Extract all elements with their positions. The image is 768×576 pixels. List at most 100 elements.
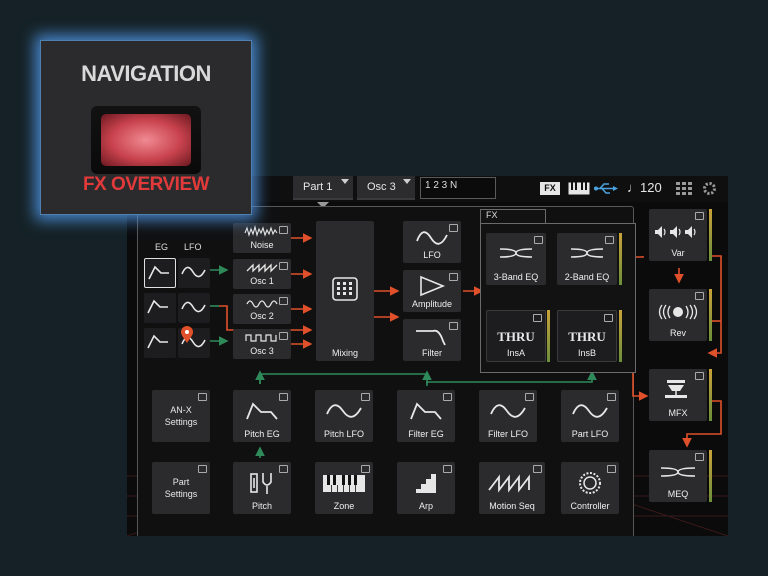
insA-block[interactable]: THRU InsA	[486, 310, 546, 362]
rev-label: Rev	[669, 328, 686, 338]
part-settings-block[interactable]: Part Settings	[152, 462, 210, 514]
synth-screen: Part 1 Osc 3 1 2 3 N FX ♩120 EG LFO Nois…	[127, 176, 728, 536]
level-meter	[709, 289, 712, 341]
amplitude-block[interactable]: Amplitude	[403, 270, 461, 312]
part-settings-label: Part Settings	[164, 477, 198, 499]
rev-block[interactable]: Rev	[649, 289, 707, 341]
var-block[interactable]: Var	[649, 209, 707, 261]
insA-thru-icon: THRU	[497, 329, 535, 344]
envelope-icon	[410, 402, 442, 420]
eg-slot-3[interactable]	[144, 328, 176, 358]
level-meter	[709, 450, 712, 502]
osc2-block[interactable]: Osc 2	[233, 294, 291, 324]
expand-icon	[695, 292, 704, 300]
filter-lfo-block[interactable]: Filter LFO	[479, 390, 537, 442]
tuning-fork-icon	[250, 473, 272, 494]
filter-eg-block[interactable]: Filter EG	[397, 390, 455, 442]
fx-tab: FX	[480, 209, 546, 224]
controller-label: Controller	[570, 501, 610, 511]
sine-wave-icon	[326, 404, 362, 418]
sine-wave-icon	[246, 300, 278, 308]
part-lfo-block[interactable]: Part LFO	[561, 390, 619, 442]
lfo-column-label: LFO	[184, 242, 202, 252]
insB-block[interactable]: THRU InsB	[557, 310, 617, 362]
fx-overview-label: FX OVERVIEW	[82, 174, 210, 195]
level-meter	[619, 310, 622, 362]
envelope-icon	[147, 334, 168, 349]
amplitude-label: Amplitude	[411, 299, 453, 309]
level-meter	[709, 209, 712, 261]
controller-block[interactable]: Controller	[561, 462, 619, 514]
motion-seq-label: Motion Seq	[489, 501, 535, 511]
lfo-block[interactable]: LFO	[403, 221, 461, 263]
sine-wave-icon	[416, 231, 448, 245]
navigation-button-led	[101, 114, 191, 166]
eg-slot-1[interactable]	[144, 258, 176, 288]
reverb-icon	[658, 304, 698, 320]
eg-column-label: EG	[155, 242, 169, 252]
sine-wave-icon	[181, 266, 206, 278]
filter-eg-label: Filter EG	[408, 429, 444, 439]
mixer-icon	[332, 277, 358, 301]
knob-icon	[579, 472, 601, 494]
navigation-title: NAVIGATION	[81, 61, 211, 86]
mixing-block[interactable]: Mixing	[316, 221, 374, 361]
mfx-label: MFX	[668, 408, 688, 418]
insB-thru-icon: THRU	[568, 329, 606, 344]
band3-eq-label: 3-Band EQ	[493, 272, 539, 282]
arp-block[interactable]: Arp	[397, 462, 455, 514]
filter-block[interactable]: Filter	[403, 319, 461, 361]
level-meter	[709, 369, 712, 421]
arp-label: Arp	[418, 501, 433, 511]
sine-wave-icon	[490, 404, 526, 418]
level-meter	[619, 233, 622, 285]
navigation-callout: NAVIGATION FX OVERVIEW	[40, 40, 252, 215]
zone-label: Zone	[333, 501, 355, 511]
arpeggio-stairs-icon	[416, 474, 436, 493]
insB-label: InsB	[577, 348, 596, 358]
mfx-icon	[665, 380, 687, 398]
osc3-label: Osc 3	[250, 346, 274, 356]
pitch-block[interactable]: Pitch	[233, 462, 291, 514]
osc3-block[interactable]: Osc 3	[233, 329, 291, 359]
part-lfo-label: Part LFO	[571, 429, 609, 439]
pitch-lfo-block[interactable]: Pitch LFO	[315, 390, 373, 442]
lfo-label: LFO	[423, 250, 441, 260]
noise-block[interactable]: Noise	[233, 223, 291, 253]
anx-settings-label: AN-X Settings	[164, 405, 198, 427]
lowpass-filter-icon	[416, 329, 446, 346]
square-wave-icon	[245, 334, 277, 342]
speaker-icon	[655, 226, 696, 238]
navigation-button[interactable]	[91, 106, 201, 174]
zone-block[interactable]: Zone	[315, 462, 373, 514]
expand-icon	[604, 314, 613, 322]
mfx-block[interactable]: MFX	[649, 369, 707, 421]
envelope-icon	[147, 299, 168, 314]
eq-curve-icon	[570, 248, 604, 258]
expand-icon	[695, 453, 704, 461]
anx-settings-block[interactable]: AN-X Settings	[152, 390, 210, 442]
noise-label: Noise	[250, 240, 274, 250]
noise-icon	[244, 225, 278, 237]
band2-eq-label: 2-Band EQ	[564, 272, 610, 282]
meq-block[interactable]: MEQ	[649, 450, 707, 502]
pitch-eg-block[interactable]: Pitch EG	[233, 390, 291, 442]
lfo-slot-1[interactable]	[178, 258, 210, 288]
lfo-slot-2[interactable]	[178, 293, 210, 323]
level-meter	[547, 310, 550, 362]
pitch-label: Pitch	[251, 501, 272, 511]
mixing-label: Mixing	[331, 348, 358, 358]
pitch-eg-label: Pitch EG	[244, 429, 280, 439]
osc1-block[interactable]: Osc 1	[233, 259, 291, 289]
meq-label: MEQ	[667, 489, 689, 499]
band2-eq-block[interactable]: 2-Band EQ	[557, 233, 617, 285]
eg-slot-2[interactable]	[144, 293, 176, 323]
band3-eq-block[interactable]: 3-Band EQ	[486, 233, 546, 285]
envelope-icon	[246, 402, 278, 420]
osc1-label: Osc 1	[250, 276, 274, 286]
location-pin-icon	[181, 326, 193, 343]
envelope-icon	[148, 265, 169, 280]
sawtooth-icon	[488, 474, 530, 493]
motion-seq-block[interactable]: Motion Seq	[479, 462, 545, 514]
filter-label: Filter	[422, 348, 442, 358]
